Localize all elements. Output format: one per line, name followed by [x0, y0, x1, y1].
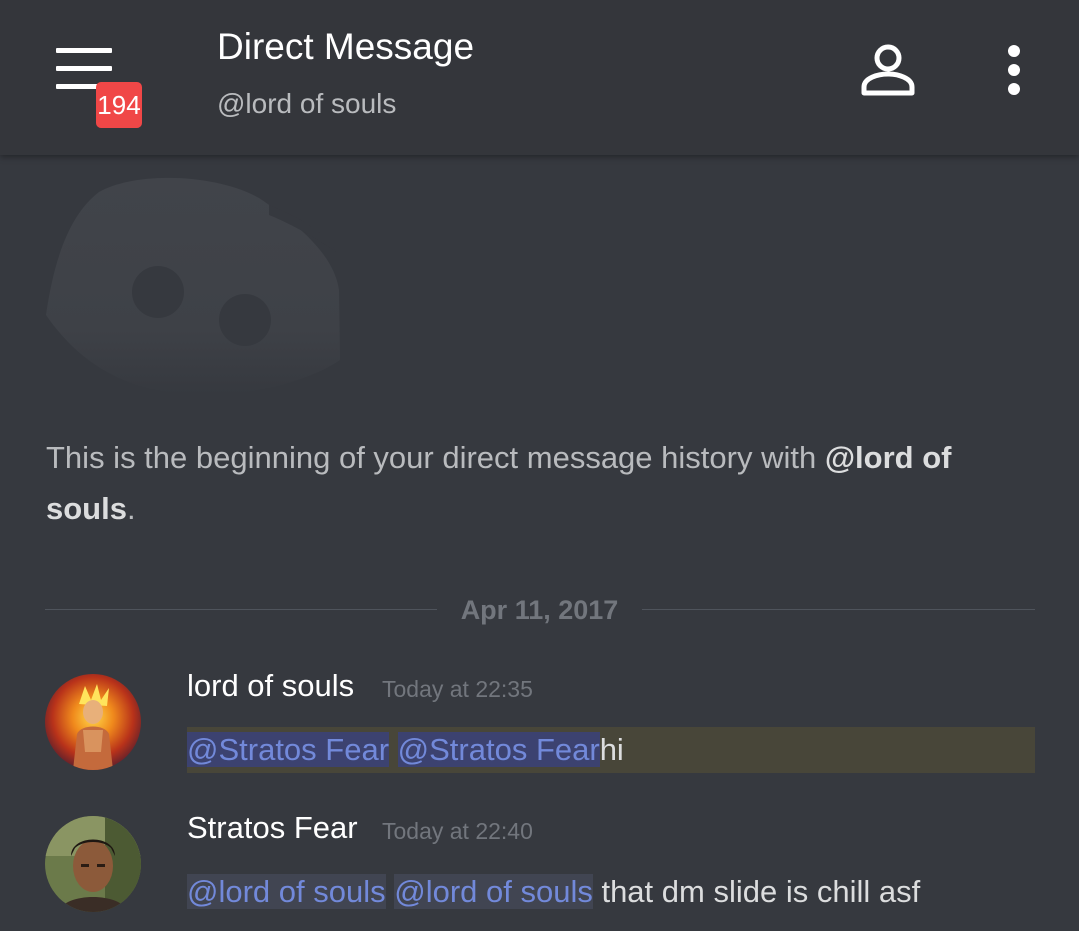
- user-mention[interactable]: @Stratos Fear: [187, 732, 390, 767]
- message-text: that dm slide is chill asf: [592, 874, 921, 909]
- page-title: Direct Message: [217, 26, 475, 67]
- avatar[interactable]: [45, 816, 141, 912]
- hamburger-menu-icon: [56, 48, 112, 53]
- dm-intro-text: This is the beginning of your direct mes…: [46, 432, 1036, 534]
- message-timestamp: Today at 22:40: [382, 818, 533, 844]
- message-author[interactable]: lord of souls: [187, 666, 354, 706]
- intro-text: This is the beginning of your direct mes…: [46, 440, 825, 475]
- user-mention[interactable]: @Stratos Fear: [397, 732, 600, 767]
- divider-date: Apr 11, 2017: [460, 595, 619, 625]
- dm-screen: 194 Direct Message @lord of souls This i…: [0, 0, 1079, 931]
- divider-line: [45, 609, 437, 610]
- discord-logo-icon: [44, 170, 344, 400]
- message-item[interactable]: lord of souls Today at 22:35 @Stratos Fe…: [0, 660, 1079, 780]
- date-divider: Apr 11, 2017: [45, 588, 1035, 632]
- avatar[interactable]: [45, 674, 141, 770]
- more-options-button[interactable]: [998, 44, 1030, 98]
- message-author[interactable]: Stratos Fear: [187, 808, 358, 848]
- intro-text-end: .: [126, 491, 136, 526]
- user-mention[interactable]: @lord of souls: [187, 874, 386, 909]
- message-item[interactable]: Stratos Fear Today at 22:40 @lord of sou…: [0, 802, 1079, 931]
- message-content: @lord of souls @lord of souls that dm sl…: [187, 869, 920, 915]
- message-content: @Stratos Fear @Stratos Fearhi: [187, 727, 1035, 773]
- message-timestamp: Today at 22:35: [382, 676, 533, 702]
- divider-line: [642, 609, 1035, 610]
- mention-separator: [389, 732, 398, 767]
- user-avatar-image: [45, 816, 141, 912]
- profile-button[interactable]: [860, 44, 916, 96]
- app-header: 194 Direct Message @lord of souls: [0, 0, 1079, 155]
- more-vertical-icon: [1008, 45, 1020, 95]
- mention-separator: [386, 874, 395, 909]
- user-profile-icon: [861, 44, 915, 96]
- hamburger-menu-icon-bar: [56, 66, 112, 71]
- unread-badge: 194: [96, 82, 142, 128]
- user-avatar-image: [45, 674, 141, 770]
- user-mention[interactable]: @lord of souls: [394, 874, 593, 909]
- page-subtitle: @lord of souls: [217, 88, 397, 119]
- message-text: hi: [599, 732, 624, 767]
